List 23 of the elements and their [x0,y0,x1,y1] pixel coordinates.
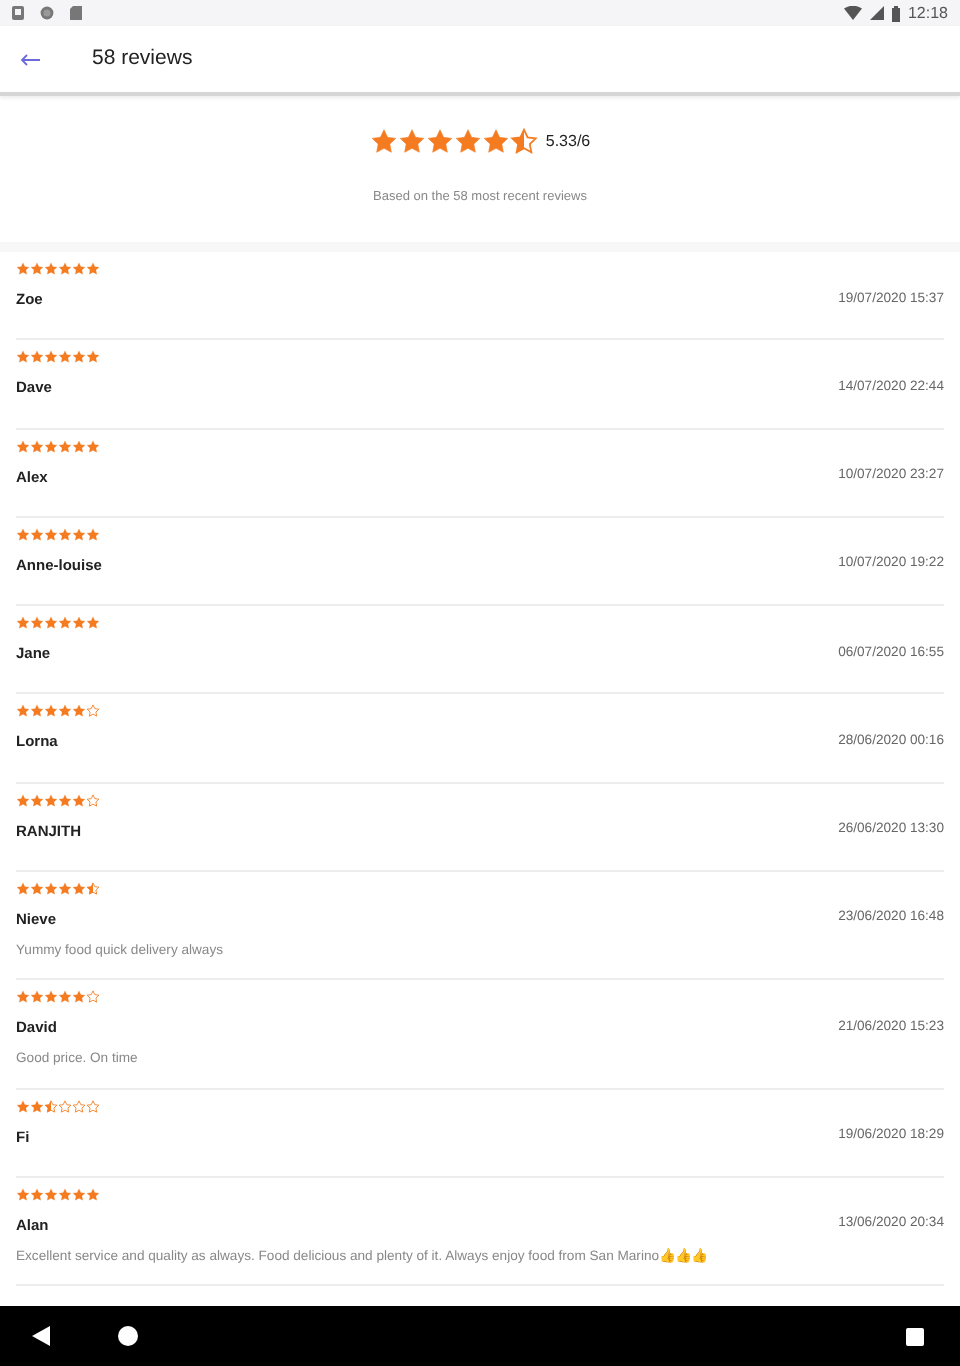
home-nav-icon[interactable] [118,1326,138,1346]
rating-score: 5.33/6 [545,129,591,154]
status-time: 12:18 [907,1,948,25]
back-nav-icon[interactable] [32,1326,50,1346]
empty-star-icon [86,990,100,1005]
page-title: 58 reviews [92,43,193,74]
wifi-icon [843,6,862,20]
half-star-icon [509,127,538,156]
star-icon [425,127,454,156]
empty-star-icon [86,704,100,719]
battery-icon [891,5,900,21]
signal-icon [869,6,884,20]
star-icon [481,127,510,156]
back-icon[interactable] [20,53,40,65]
star-icon [453,127,482,156]
recents-nav-icon[interactable] [906,1327,924,1345]
half-star-icon [86,881,100,896]
circle-icon [40,6,54,20]
sd-card-icon [70,6,82,20]
star-icon [397,127,426,156]
star-icon [369,127,398,156]
half-star-icon [44,1099,58,1114]
notification-icon [12,6,24,20]
